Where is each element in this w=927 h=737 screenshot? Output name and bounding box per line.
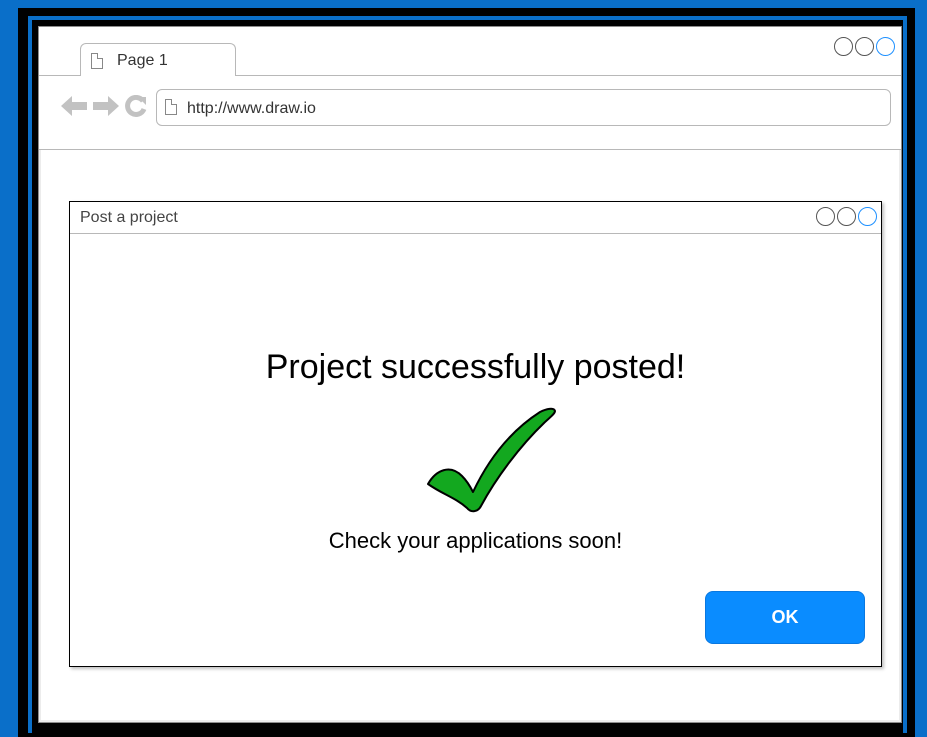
reload-icon[interactable] bbox=[125, 95, 147, 117]
page-icon bbox=[165, 99, 177, 115]
dialog-titlebar: Post a project bbox=[70, 202, 881, 234]
dialog-title: Post a project bbox=[80, 209, 178, 226]
browser-toolbar: Page 1 http://www.draw.io bbox=[39, 27, 901, 150]
arrow-left-icon[interactable] bbox=[61, 96, 87, 116]
dialog-maximize-icon[interactable] bbox=[858, 207, 877, 226]
url-text: http://www.draw.io bbox=[187, 100, 316, 117]
success-heading: Project successfully posted! bbox=[265, 348, 686, 386]
post-project-dialog: Post a project Project successfully post… bbox=[69, 201, 882, 667]
tab-divider bbox=[235, 75, 901, 76]
browser-window-controls bbox=[834, 37, 895, 56]
window-close-icon[interactable] bbox=[834, 37, 853, 56]
tab-divider bbox=[39, 75, 81, 76]
dialog-window-controls bbox=[816, 207, 877, 226]
checkmark-icon bbox=[427, 407, 556, 513]
dialog-message: Check your applications soon! bbox=[328, 528, 623, 553]
navigation-buttons bbox=[61, 95, 147, 117]
dialog-close-icon[interactable] bbox=[816, 207, 835, 226]
window-maximize-icon[interactable] bbox=[876, 37, 895, 56]
dialog-minimize-icon[interactable] bbox=[837, 207, 856, 226]
ok-button[interactable]: OK bbox=[705, 591, 865, 644]
browser-window: Page 1 http://www.draw.io Post a project… bbox=[38, 26, 902, 723]
arrow-right-icon[interactable] bbox=[93, 96, 119, 116]
browser-tab[interactable]: Page 1 bbox=[80, 43, 236, 76]
address-bar[interactable]: http://www.draw.io bbox=[156, 89, 891, 126]
tab-label: Page 1 bbox=[117, 52, 168, 69]
window-minimize-icon[interactable] bbox=[855, 37, 874, 56]
page-icon bbox=[91, 53, 103, 69]
